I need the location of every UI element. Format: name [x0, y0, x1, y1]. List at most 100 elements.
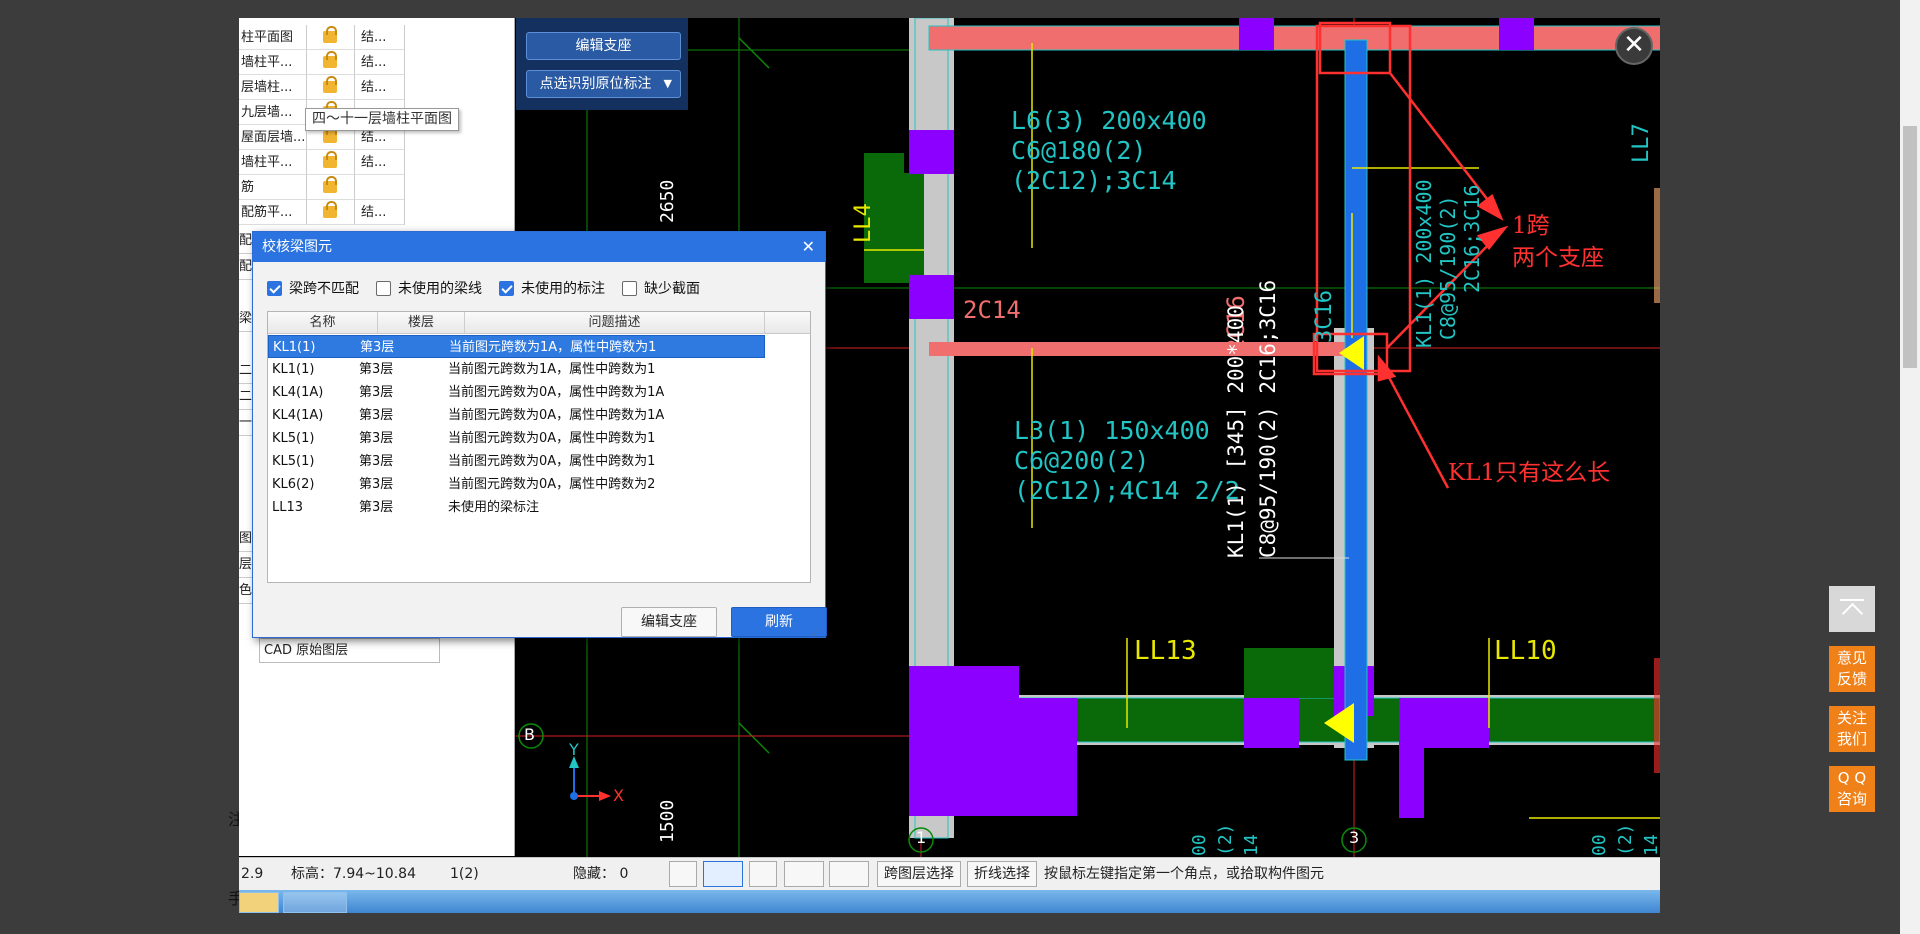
cross-icon[interactable]	[749, 861, 777, 887]
filter-label: 缺少截面	[644, 281, 700, 297]
edit-support-tool-button[interactable]: 编辑支座	[526, 32, 681, 60]
axis-b-label: B	[524, 725, 535, 744]
bottom-label-a-right: 00	[1589, 834, 1610, 856]
layer-row[interactable]: 配筋平... 结...	[239, 200, 405, 225]
hidden-count: 隐藏： 0	[573, 866, 629, 882]
table-row[interactable]: KL1(1) 第3层 当前图元跨数为1A，属性中跨数为1	[268, 358, 765, 381]
table-row[interactable]: KL4(1A) 第3层 当前图元跨数为0A，属性中跨数为1A	[268, 404, 765, 427]
edit-support-button[interactable]: 编辑支座	[621, 607, 717, 637]
qq-line-2: 咨询	[1836, 790, 1867, 808]
bottom-label-a: 00	[1189, 834, 1210, 856]
scrollbar-thumb[interactable]	[1903, 126, 1917, 368]
table-row[interactable]: LL13 第3层 未使用的梁标注	[268, 496, 765, 519]
layer-row-0[interactable]	[239, 18, 405, 20]
label-2c14: 2C14	[963, 296, 1021, 324]
feedback-button[interactable]: 意见 反馈	[1829, 646, 1875, 692]
label-kl1-right-size: KL1(1) 200x400	[1412, 179, 1436, 348]
snap-icon[interactable]	[829, 861, 869, 887]
dialog-titlebar[interactable]: 校核梁图元 ✕	[253, 232, 825, 262]
angle-icon[interactable]	[784, 861, 824, 887]
filter-span-mismatch[interactable]: 梁跨不匹配	[267, 278, 359, 298]
layer-type: 结...	[355, 75, 405, 100]
lock-toggle[interactable]	[307, 50, 355, 75]
layer-row[interactable]: 层墙柱... 结...	[239, 75, 405, 100]
layer-row[interactable]: 筋	[239, 175, 405, 200]
layer-name: 柱平面图	[239, 25, 307, 50]
qq-line-1: Q Q	[1837, 769, 1867, 787]
label-l6-stirrup: C6@180(2)	[1011, 136, 1147, 165]
layer-type: 结...	[355, 50, 405, 75]
cell-name: KL4(1A)	[272, 408, 324, 423]
cell-name: KL4(1A)	[272, 385, 324, 400]
issue-table: 名称 楼层 问题描述 KL1(1) 第3层 当前图元跨数为1A，属性中跨数为1 …	[267, 311, 811, 583]
label-l3-size: L3(1) 150x400	[1014, 416, 1210, 445]
resize-grip-icon[interactable]: ⋰	[813, 626, 823, 637]
lock-toggle[interactable]	[307, 75, 355, 100]
layer-row[interactable]: 墙柱平... 结...	[239, 150, 405, 175]
page-readout: 1(2)	[450, 866, 479, 882]
filter-unused-annotations[interactable]: 未使用的标注	[499, 278, 605, 298]
select-box-icon[interactable]	[703, 861, 743, 887]
polyline-select-button[interactable]: 折线选择	[967, 861, 1037, 887]
close-icon[interactable]: ✕	[802, 232, 815, 262]
pick-annotation-dropdown[interactable]: 点选识别原位标注 ▼	[526, 70, 681, 98]
folder-icon[interactable]	[239, 892, 279, 913]
lock-toggle[interactable]	[307, 200, 355, 225]
cell-desc: 当前图元跨数为0A，属性中跨数为1A	[448, 408, 665, 423]
layer-row[interactable]: 墙柱平... 结...	[239, 50, 405, 75]
lock-toggle[interactable]	[307, 25, 355, 50]
lock-toggle[interactable]	[307, 175, 355, 200]
table-row[interactable]: KL6(2) 第3层 当前图元跨数为0A，属性中跨数为2	[268, 473, 765, 496]
label-l6-size: L6(3) 200x400	[1011, 106, 1207, 135]
follow-line-1: 关注	[1836, 709, 1867, 727]
label-kl1-rebar: C8@95/190(2) 2C16;3C16	[1256, 279, 1280, 558]
bottom-label-b-right: (2)	[1615, 823, 1636, 856]
label-kl1-size: KL1(1) [345] 200*400	[1224, 305, 1248, 558]
close-viewer-button[interactable]: ✕	[1615, 27, 1653, 65]
qq-consult-button[interactable]: Q Q 咨询	[1829, 766, 1875, 812]
page-scrollbar[interactable]	[1900, 0, 1920, 934]
table-row[interactable]: KL4(1A) 第3层 当前图元跨数为0A，属性中跨数为1A	[268, 381, 765, 404]
layer-name: 屋面层墙...	[239, 125, 307, 150]
filter-missing-section[interactable]: 缺少截面	[622, 278, 700, 298]
lock-icon	[323, 126, 337, 143]
filter-label: 未使用的梁线	[398, 281, 482, 297]
checkbox-icon[interactable]	[376, 280, 391, 296]
cell-floor: 第3层	[359, 408, 394, 423]
orthogonal-icon[interactable]	[669, 861, 697, 887]
checkbox-checked-icon[interactable]	[499, 280, 514, 296]
table-row[interactable]: KL5(1) 第3层 当前图元跨数为0A，属性中跨数为1	[268, 450, 765, 473]
label-l6: L6(3) 200x400 C6@180(2) (2C12);3C14	[1011, 106, 1207, 196]
app-taskbar-icon[interactable]	[283, 892, 347, 913]
annotation-length: KL1只有这么长	[1448, 460, 1611, 486]
feedback-line-1: 意见	[1836, 649, 1867, 667]
label-l6-rebar: (2C12);3C14	[1011, 166, 1177, 195]
label-kl1-right-rebar: 2C16;3C16	[1460, 184, 1484, 293]
axis-3-label: 3	[1349, 828, 1360, 847]
bottom-label-b: (2)	[1215, 823, 1236, 856]
cell-name: KL5(1)	[272, 431, 315, 446]
layer-name-tooltip: 四～十一层墙柱平面图	[305, 108, 459, 131]
cad-original-layer-item[interactable]: CAD 原始图层	[259, 638, 440, 663]
lock-icon	[323, 51, 337, 68]
cross-layer-select-button[interactable]: 跨图层选择	[877, 861, 961, 887]
follow-us-button[interactable]: 关注 我们	[1829, 706, 1875, 752]
layer-type: 结...	[355, 200, 405, 225]
checkbox-checked-icon[interactable]	[267, 280, 282, 296]
checkbox-icon[interactable]	[622, 280, 637, 296]
cell-floor: 第3层	[359, 362, 394, 377]
filter-unused-beam-lines[interactable]: 未使用的梁线	[376, 278, 482, 298]
back-to-top-button[interactable]	[1829, 586, 1875, 632]
layer-row[interactable]: 柱平面图 结...	[239, 25, 405, 50]
table-row[interactable]: KL5(1) 第3层 当前图元跨数为0A，属性中跨数为1	[268, 427, 765, 450]
axis-x-label: X	[613, 786, 624, 805]
dimension-1500: 1500	[657, 799, 678, 843]
table-row[interactable]: KL1(1) 第3层 当前图元跨数为1A，属性中跨数为1	[268, 335, 765, 358]
cell-desc: 当前图元跨数为1A，属性中跨数为1	[448, 362, 656, 377]
layer-name: 墙柱平...	[239, 150, 307, 175]
column-header-description[interactable]: 问题描述	[465, 312, 765, 334]
column-header-name[interactable]: 名称	[268, 312, 378, 334]
column-header-floor[interactable]: 楼层	[378, 312, 465, 334]
cell-floor: 第3层	[359, 500, 394, 515]
lock-toggle[interactable]	[307, 150, 355, 175]
